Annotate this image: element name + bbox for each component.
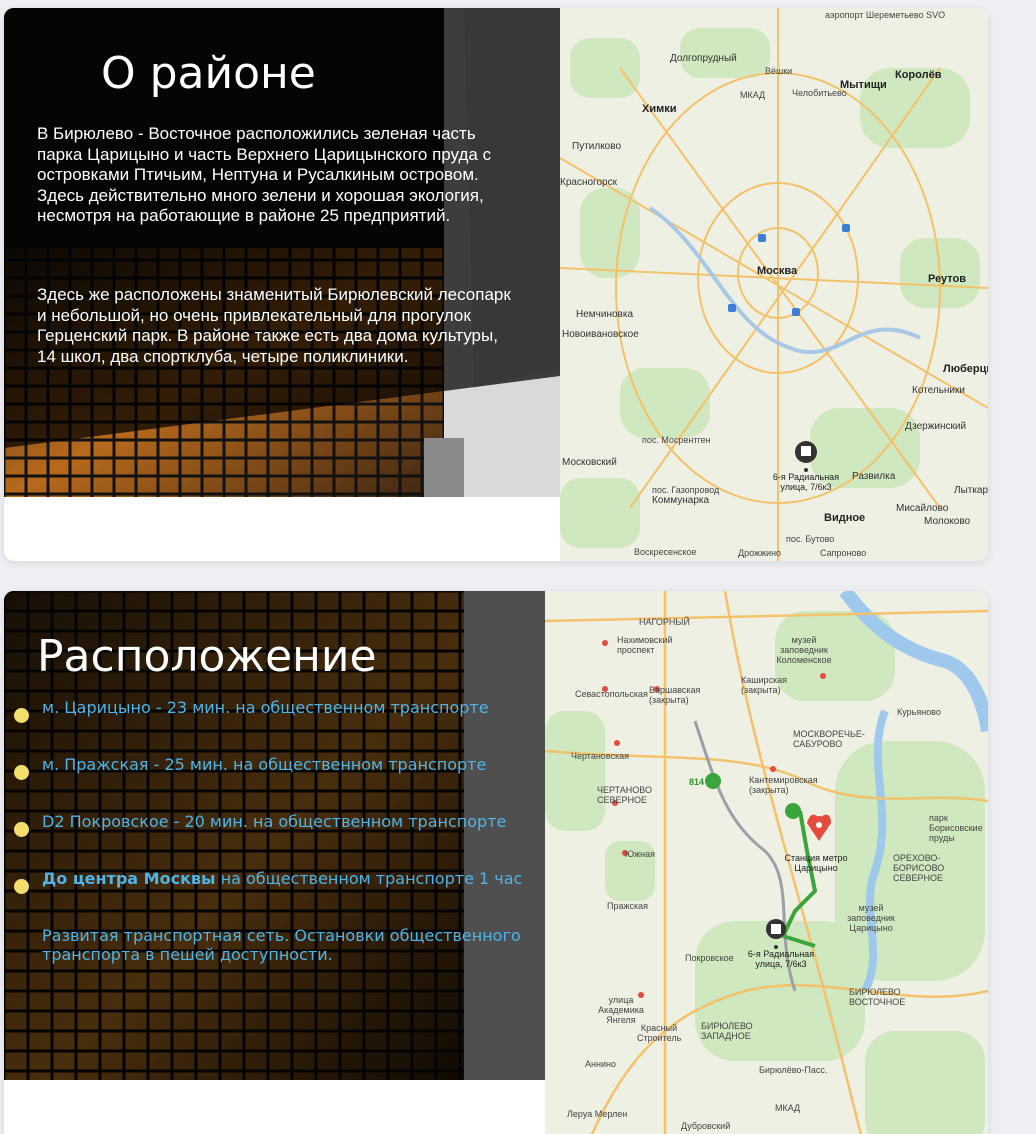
map-pin-address: 6-я Радиальная улица, 7/6к3 — [747, 949, 815, 969]
map-label-biryulyovo-zapadnoe: БИРЮЛЕВО ЗАПАДНОЕ — [701, 1021, 753, 1041]
bullet-dot-icon — [14, 708, 29, 723]
map-label-yuzhnaya: Южная — [625, 849, 655, 859]
map-label-nakhimovsky: Нахимовский проспект — [617, 635, 673, 655]
map-label-dolgoprudny: Долгопрудный — [670, 53, 737, 64]
map-label-airport: аэропорт Шереметьево SVO — [825, 10, 946, 20]
map-label-kotelniki: Котельники — [912, 385, 965, 396]
map-label-chertanovskaya: Чертановская — [571, 751, 630, 761]
map-label-krasny-stroitel: Красный Строитель — [637, 1023, 682, 1043]
map-label-biryulyovo-pass: Бирюлёво-Пасс. — [759, 1065, 828, 1075]
route-item: м. Пражская - 25 мин. на общественном тр… — [14, 755, 544, 780]
map-label-leruamerlen: Леруа Мерлен — [567, 1109, 628, 1119]
route-text: До центра Москвы на общественном транспо… — [42, 869, 544, 888]
map-label-borisovsky-park: парк Борисовские пруды — [929, 813, 983, 843]
route-item: До центра Москвы на общественном транспо… — [14, 869, 544, 894]
map-label-mosrentgen: пос. Мосрентген — [642, 435, 711, 445]
district-description-2: Здесь же расположены знаменитый Бирюлевс… — [37, 285, 511, 366]
map-label-mkad: МКАД — [775, 1103, 801, 1113]
map-label-krasnogorsk: Красногорск — [560, 177, 617, 188]
map-label-kashirskaya: Каширская (закрыта) — [741, 675, 788, 695]
map-label-nagorny: НАГОРНЫЙ — [639, 617, 690, 627]
location-title: Расположение — [37, 631, 377, 682]
tsaritsyno-area-map[interactable]: НАГОРНЫЙ Нахимовский проспект Севастопол… — [545, 591, 988, 1134]
route-item: D2 Покровское - 20 мин. на общественном … — [14, 812, 544, 837]
map-label-lyubertsy: Люберцы — [943, 363, 988, 375]
map-label-razvilka: Развилка — [852, 471, 896, 482]
map-label-korolyov: Королёв — [895, 69, 942, 81]
map-label-varshavskaya: Варшавская (закрыта) — [649, 685, 701, 705]
map-label-pokrovskoe: Покровское — [685, 953, 734, 963]
map-label-yangelya: улица Академика Янгеля — [598, 995, 644, 1025]
map-label-vyoshki: Вёшки — [765, 66, 793, 76]
map-label-annino: Аннино — [585, 1059, 616, 1069]
route-item: м. Царицыно - 23 мин. на общественном тр… — [14, 698, 544, 723]
route-highlight: До центра Москвы — [42, 869, 216, 888]
map-label-dubrovsky: Дубровский — [681, 1121, 731, 1131]
bullet-dot-icon — [14, 879, 29, 894]
location-card: НАГОРНЫЙ Нахимовский проспект Севастопол… — [4, 591, 988, 1134]
map-label-biryulyovo-vostochnoe: БИРЮЛЕВО ВОСТОЧНОЕ — [849, 987, 906, 1007]
map-label-tsaritsyno-museum: музей заповедник Царицыно — [847, 903, 895, 933]
map-label-moskvorechye: МОСКВОРЕЧЬЕ-САБУРОВО — [793, 729, 865, 749]
route-text-rest: на общественном транспорте 1 час — [215, 869, 523, 888]
map-label-kantemirovskaya: Кантемировская (закрыта) — [749, 775, 818, 795]
map-label-molokovo: Молоково — [924, 516, 971, 527]
map-label-orekhovo: ОРЕХОВО-БОРИСОВО СЕВЕРНОЕ — [893, 853, 945, 883]
district-card: аэропорт Шереметьево SVO Долгопрудный Вё… — [4, 8, 988, 561]
map-label-novoivanovskoe: Новоивановское — [562, 329, 639, 340]
map-label-kurjanovo: Курьяново — [897, 707, 941, 717]
map-label-sevastopolskaya: Севастопольская — [575, 689, 648, 699]
map-label-misaylovo: Мисайлово — [896, 503, 949, 514]
route-text: м. Царицыно - 23 мин. на общественном тр… — [42, 698, 489, 717]
map-label-kommunarka: Коммунарка — [652, 495, 710, 506]
map-label-mytishchi: Мытищи — [840, 79, 887, 91]
map-label-moskovsky: Московский — [562, 457, 617, 468]
map-label-chelobitievo: Челобитьево — [792, 88, 847, 98]
map-label-voskresenskoe: Воскресенское — [634, 547, 697, 557]
map-label-vidnoe: Видное — [824, 512, 866, 524]
bullet-dot-icon — [14, 822, 29, 837]
map-label-khimki: Химки — [642, 103, 677, 115]
map-label-tsaritsyno-station: Станция метро Царицыно — [784, 853, 848, 873]
map-pin-address: 6-я Радиальная улица, 7/6к3 — [772, 472, 840, 492]
map-bus-814: 814 — [689, 777, 705, 787]
map-label-putilkovo: Путилково — [572, 141, 621, 152]
route-text: D2 Покровское - 20 мин. на общественном … — [42, 812, 507, 831]
map-label-moskva: Москва — [757, 265, 798, 277]
map-label-gazoprovod: пос. Газопровод — [652, 485, 720, 495]
map-label-drozhzhino: Дрожжино — [738, 548, 782, 558]
map-label-kolomenskoe: музей заповедник Коломенское — [776, 635, 832, 665]
route-text: м. Пражская - 25 мин. на общественном тр… — [42, 755, 487, 774]
map-label-chertanovo: ЧЕРТАНОВО СЕВЕРНОЕ — [597, 785, 653, 805]
map-label-sapronovo: Сапроново — [820, 548, 867, 558]
map-label-butovo: пос. Бутово — [786, 534, 835, 544]
district-description-1: В Бирюлево - Восточное расположились зел… — [37, 124, 492, 225]
transport-note: Развитая транспортная сеть. Остановки об… — [42, 926, 521, 964]
map-label-mkad: МКАД — [740, 90, 766, 100]
map-label-prazhskaya: Пражская — [607, 901, 649, 911]
district-title: О районе — [101, 48, 316, 99]
map-label-reutov: Реутов — [928, 273, 967, 285]
map-label-dzerzhinsky: Дзержинский — [905, 421, 967, 432]
moscow-region-map[interactable]: аэропорт Шереметьево SVO Долгопрудный Вё… — [560, 8, 988, 561]
map-label-nemchinovka: Немчиновка — [576, 309, 634, 320]
map-label-lytkarino: Лыткар — [954, 485, 988, 496]
bullet-dot-icon — [14, 765, 29, 780]
